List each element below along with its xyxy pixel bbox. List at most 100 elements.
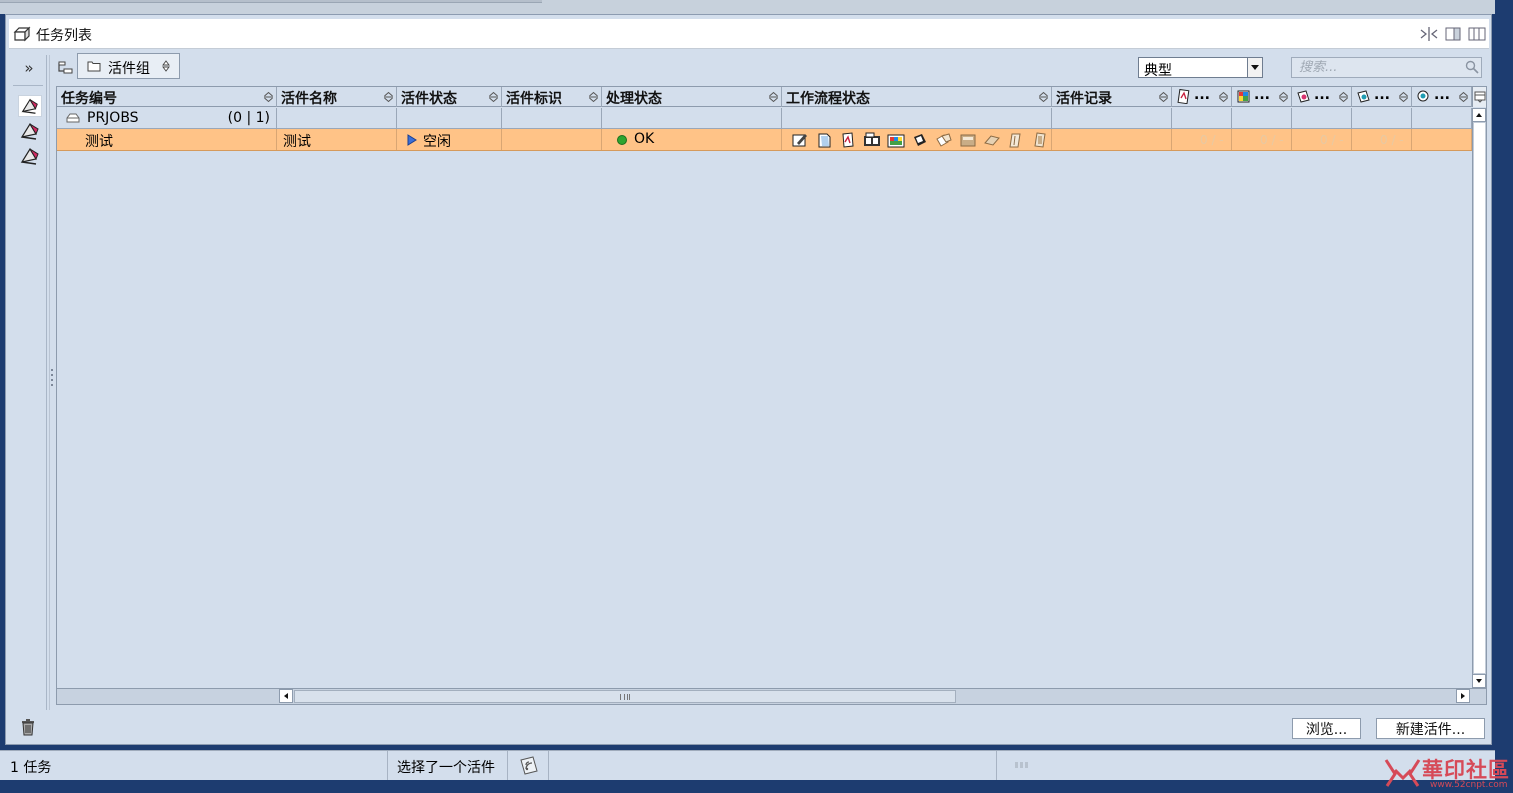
sort-icon[interactable] bbox=[1278, 91, 1289, 103]
pdf-output-count: 0 / - bbox=[1200, 133, 1224, 147]
filter-finished-jobs-icon[interactable] bbox=[18, 145, 42, 167]
group-row[interactable]: PRJOBS (0 | 1) bbox=[57, 108, 1472, 129]
document-step-icon[interactable] bbox=[814, 132, 834, 148]
vertical-scrollbar[interactable] bbox=[1472, 108, 1486, 688]
color-proof-icon bbox=[1237, 90, 1250, 103]
split-view-icon[interactable] bbox=[1419, 26, 1439, 42]
plate-step-icon[interactable] bbox=[958, 132, 978, 148]
sort-icon[interactable] bbox=[1218, 91, 1229, 103]
watermark-url: www.52cnpt.com bbox=[1430, 780, 1508, 790]
columns-layout-icon[interactable] bbox=[1467, 26, 1487, 42]
column-header-color-proof[interactable]: ... bbox=[1232, 87, 1292, 107]
sort-icon[interactable] bbox=[1338, 91, 1349, 103]
column-header-pdf-output[interactable]: ... bbox=[1172, 87, 1232, 107]
chevron-down-icon[interactable] bbox=[1247, 58, 1262, 77]
horizontal-scroll-thumb[interactable] bbox=[294, 690, 956, 703]
column-chooser-button[interactable] bbox=[1472, 87, 1486, 107]
sort-icon[interactable] bbox=[1458, 91, 1469, 103]
imposition-proof-icon bbox=[1297, 90, 1310, 103]
job-group-label: 活件组 bbox=[108, 61, 150, 77]
scroll-left-button[interactable] bbox=[279, 689, 293, 703]
status-bar: 1 任务 选择了一个活件 bbox=[0, 750, 1495, 781]
table-header: 任务编号 活件名称 活件状态 活件标识 处理状态 工作流程状态 活件记录 ...… bbox=[57, 87, 1472, 107]
top-strip bbox=[0, 0, 1513, 14]
sort-icon[interactable] bbox=[588, 91, 599, 103]
imposition-proof-count: 0 / - bbox=[1320, 133, 1344, 147]
group-tree-toggle-icon[interactable] bbox=[56, 59, 74, 77]
selection-status: 选择了一个活件 bbox=[397, 760, 495, 776]
edit-step-icon[interactable] bbox=[790, 132, 810, 148]
top-tab bbox=[0, 0, 542, 3]
task-list-panel: 任务列表 » 活件组 典型 搜索... 任务编号 活件名称 活件状态 活件标识 … bbox=[5, 14, 1492, 745]
print-step-icon[interactable] bbox=[910, 132, 930, 148]
job-name-cell: 测试 bbox=[283, 134, 311, 150]
archive-step-icon[interactable] bbox=[1030, 132, 1050, 148]
sort-icon[interactable] bbox=[263, 91, 274, 103]
scroll-down-button[interactable] bbox=[1472, 674, 1486, 688]
horizontal-scrollbar[interactable] bbox=[57, 688, 1486, 704]
sort-icon[interactable] bbox=[1038, 91, 1049, 103]
status-ok-icon bbox=[617, 135, 627, 145]
scroll-up-button[interactable] bbox=[1472, 108, 1486, 122]
job-status-cell: 空闲 bbox=[423, 134, 451, 150]
view-mode-select[interactable]: 典型 bbox=[1138, 57, 1263, 79]
process-status-cell: OK bbox=[634, 131, 655, 147]
table-row[interactable]: 测试 测试 空闲 OK 0 / - 0 / - 0 / - 0 / - bbox=[57, 129, 1472, 151]
folder-icon bbox=[87, 61, 101, 72]
workflow-status-cell bbox=[782, 129, 1052, 150]
column-chooser-icon bbox=[1474, 91, 1486, 103]
job-filter-sidebar: » bbox=[11, 55, 47, 710]
new-job-button[interactable]: 新建活件... bbox=[1376, 718, 1485, 739]
column-header-job-flag[interactable]: 活件标识 bbox=[502, 87, 602, 107]
job-number-cell: 测试 bbox=[85, 134, 113, 150]
sort-icon[interactable] bbox=[1398, 91, 1409, 103]
detach-panel-icon[interactable] bbox=[1443, 26, 1463, 42]
column-header-process-status[interactable]: 处理状态 bbox=[602, 87, 782, 107]
bottom-frame bbox=[0, 780, 1513, 793]
sort-icon[interactable] bbox=[383, 91, 394, 103]
imposition-step-icon[interactable] bbox=[934, 132, 954, 148]
column-header-imposition-proof[interactable]: ... bbox=[1292, 87, 1352, 107]
vertical-scroll-thumb[interactable] bbox=[1473, 122, 1486, 674]
window-title: 任务列表 bbox=[36, 28, 92, 44]
filter-all-jobs-icon[interactable] bbox=[18, 95, 42, 117]
color-step-icon[interactable] bbox=[886, 132, 906, 148]
browse-button[interactable]: 浏览... bbox=[1292, 718, 1361, 739]
column-header-job-number[interactable]: 任务编号 bbox=[57, 87, 277, 107]
filter-active-jobs-icon[interactable] bbox=[18, 120, 42, 142]
job-group-selector[interactable]: 活件组 bbox=[77, 53, 180, 79]
watermark-logo-icon bbox=[1384, 759, 1421, 787]
column-header-plate-output[interactable]: ... bbox=[1352, 87, 1412, 107]
press-step-icon[interactable] bbox=[982, 132, 1002, 148]
pdf-step-icon[interactable] bbox=[838, 132, 858, 148]
finishing-step-icon[interactable] bbox=[1006, 132, 1026, 148]
task-list-icon bbox=[13, 26, 31, 42]
column-header-job-log[interactable]: 活件记录 bbox=[1052, 87, 1172, 107]
view-mode-value: 典型 bbox=[1144, 63, 1172, 79]
sidebar-splitter[interactable] bbox=[49, 55, 55, 710]
film-step-icon[interactable] bbox=[862, 132, 882, 148]
title-bar: 任务列表 bbox=[9, 19, 1489, 49]
group-count: (0 | 1) bbox=[227, 110, 270, 126]
column-header-job-status[interactable]: 活件状态 bbox=[397, 87, 502, 107]
column-header-job-name[interactable]: 活件名称 bbox=[277, 87, 397, 107]
column-header-press-output[interactable]: ... bbox=[1412, 87, 1472, 107]
sidebar-divider bbox=[13, 85, 43, 86]
pdf-output-icon bbox=[1177, 89, 1190, 104]
job-count-status: 1 任务 bbox=[10, 760, 52, 776]
feed-icon[interactable] bbox=[518, 755, 540, 777]
expand-sidebar-button[interactable]: » bbox=[18, 59, 40, 77]
column-header-workflow-status[interactable]: 工作流程状态 bbox=[782, 87, 1052, 107]
scroll-right-button[interactable] bbox=[1456, 689, 1470, 703]
color-proof-count: 0 / - bbox=[1260, 133, 1284, 147]
job-group-icon bbox=[66, 113, 80, 123]
up-down-arrows-icon bbox=[162, 60, 170, 72]
sort-icon[interactable] bbox=[768, 91, 779, 103]
sort-icon[interactable] bbox=[488, 91, 499, 103]
search-input[interactable] bbox=[1291, 57, 1482, 78]
resize-grip-icon[interactable] bbox=[1014, 761, 1030, 769]
search-icon[interactable] bbox=[1465, 60, 1479, 74]
sort-icon[interactable] bbox=[1158, 91, 1169, 103]
plate-output-count: 0 / - bbox=[1380, 133, 1404, 147]
trash-icon[interactable] bbox=[20, 718, 36, 736]
